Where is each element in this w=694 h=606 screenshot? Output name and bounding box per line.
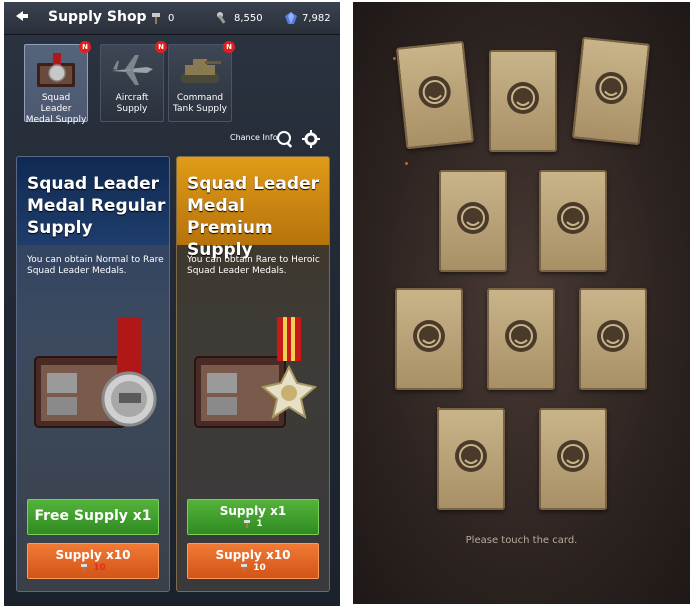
supply-shop-panel: Supply Shop 0 8,550 7,982 Squad Leader M… [4, 2, 340, 606]
resource-gem-value: 7,982 [302, 12, 331, 24]
resource-hammer: 0 [150, 11, 174, 25]
laurel-emblem-icon [595, 72, 628, 105]
premium-supply-x10-cost-value: 10 [253, 563, 266, 573]
card-selection-panel: Please touch the card. [353, 2, 690, 604]
tab-command-tank-supply[interactable]: Command Tank Supply N [168, 41, 235, 122]
new-badge: N [155, 41, 167, 53]
supply-tabs: Squad Leader Medal Supply N Aircraft Sup… [18, 41, 258, 125]
regular-supply-x10-button[interactable]: Supply x10 10 [27, 543, 159, 579]
regular-supply-description: You can obtain Normal to Rare Squad Lead… [27, 255, 164, 276]
resource-wrench-value: 8,550 [234, 12, 263, 24]
laurel-emblem-icon [507, 82, 539, 114]
medal-briefcase-icon [34, 317, 157, 428]
spark-particle [405, 162, 408, 165]
aircraft-icon [111, 55, 153, 85]
premium-supply-x1-button[interactable]: Supply x1 1 [187, 499, 319, 535]
regular-supply-x10-label: Supply x10 [55, 548, 131, 562]
premium-supply-x10-label: Supply x10 [215, 548, 291, 562]
chance-info-link[interactable]: Chance Info [230, 133, 278, 142]
tab-squad-leader-medal-supply[interactable]: Squad Leader Medal Supply N [24, 41, 91, 125]
resource-wrench: 8,550 [216, 11, 263, 25]
face-down-card[interactable] [489, 50, 557, 152]
page-title: Supply Shop [48, 9, 147, 25]
laurel-emblem-icon [457, 202, 489, 234]
back-button[interactable] [12, 8, 32, 28]
face-down-card[interactable] [539, 408, 607, 510]
hammer-icon [241, 564, 248, 572]
gem-icon [285, 12, 297, 24]
regular-supply-card: Squad Leader Medal Regular Supply You ca… [16, 156, 170, 592]
premium-supply-x1-label: Supply x1 [219, 504, 287, 518]
premium-supply-title: Squad Leader Medal Premium Supply [187, 174, 319, 260]
face-down-card[interactable] [437, 408, 505, 510]
face-down-card[interactable] [395, 40, 475, 150]
face-down-card[interactable] [439, 170, 507, 272]
hammer-icon [244, 520, 251, 528]
tab-aircraft-supply[interactable]: Aircraft Supply N [100, 41, 167, 122]
laurel-emblem-icon [557, 440, 589, 472]
face-down-card[interactable] [539, 170, 607, 272]
premium-supply-x1-cost-value: 1 [256, 519, 263, 529]
tab-label: Aircraft Supply [115, 93, 149, 114]
free-supply-x1-button[interactable]: Free Supply x1 [27, 499, 159, 535]
premium-supply-description: You can obtain Rare to Heroic Squad Lead… [187, 255, 320, 276]
face-down-card[interactable] [571, 36, 651, 146]
wrench-icon [217, 12, 226, 24]
laurel-emblem-icon [557, 202, 589, 234]
face-down-card[interactable] [487, 288, 555, 390]
new-badge: N [79, 41, 91, 53]
laurel-emblem-icon [418, 76, 451, 109]
regular-supply-title: Squad Leader Medal Regular Supply [27, 174, 166, 238]
resource-hammer-value: 0 [168, 12, 175, 24]
free-supply-x1-label: Free Supply x1 [34, 508, 152, 524]
back-arrow-icon [16, 11, 28, 21]
laurel-emblem-icon [413, 320, 445, 352]
resource-gem: 7,982 [284, 11, 331, 25]
medal-case-icon [37, 53, 75, 87]
premium-supply-card: Squad Leader Medal Premium Supply You ca… [176, 156, 330, 592]
laurel-emblem-icon [597, 320, 629, 352]
laurel-emblem-icon [455, 440, 487, 472]
laurel-emblem-icon [505, 320, 537, 352]
hammer-icon [81, 564, 88, 572]
regular-supply-x10-cost: 10 [28, 562, 158, 574]
tab-label: Command Tank Supply [173, 93, 227, 114]
touch-card-prompt: Please touch the card. [465, 535, 578, 546]
hammer-icon [152, 13, 160, 24]
premium-medal-briefcase-icon [194, 317, 318, 428]
spark-particle [393, 57, 396, 60]
regular-supply-x10-cost-value: 10 [93, 563, 106, 573]
magnifier-icon[interactable] [276, 130, 294, 148]
face-down-card[interactable] [395, 288, 463, 390]
tab-label: Squad Leader Medal Supply [25, 93, 87, 125]
tank-icon [181, 59, 221, 83]
premium-supply-x10-button[interactable]: Supply x10 10 [187, 543, 319, 579]
gear-icon[interactable] [302, 130, 320, 148]
premium-supply-x1-cost: 1 [188, 518, 318, 530]
top-bar: Supply Shop 0 8,550 7,982 [4, 2, 340, 35]
face-down-card[interactable] [579, 288, 647, 390]
new-badge: N [223, 41, 235, 53]
premium-supply-x10-cost: 10 [188, 562, 318, 574]
